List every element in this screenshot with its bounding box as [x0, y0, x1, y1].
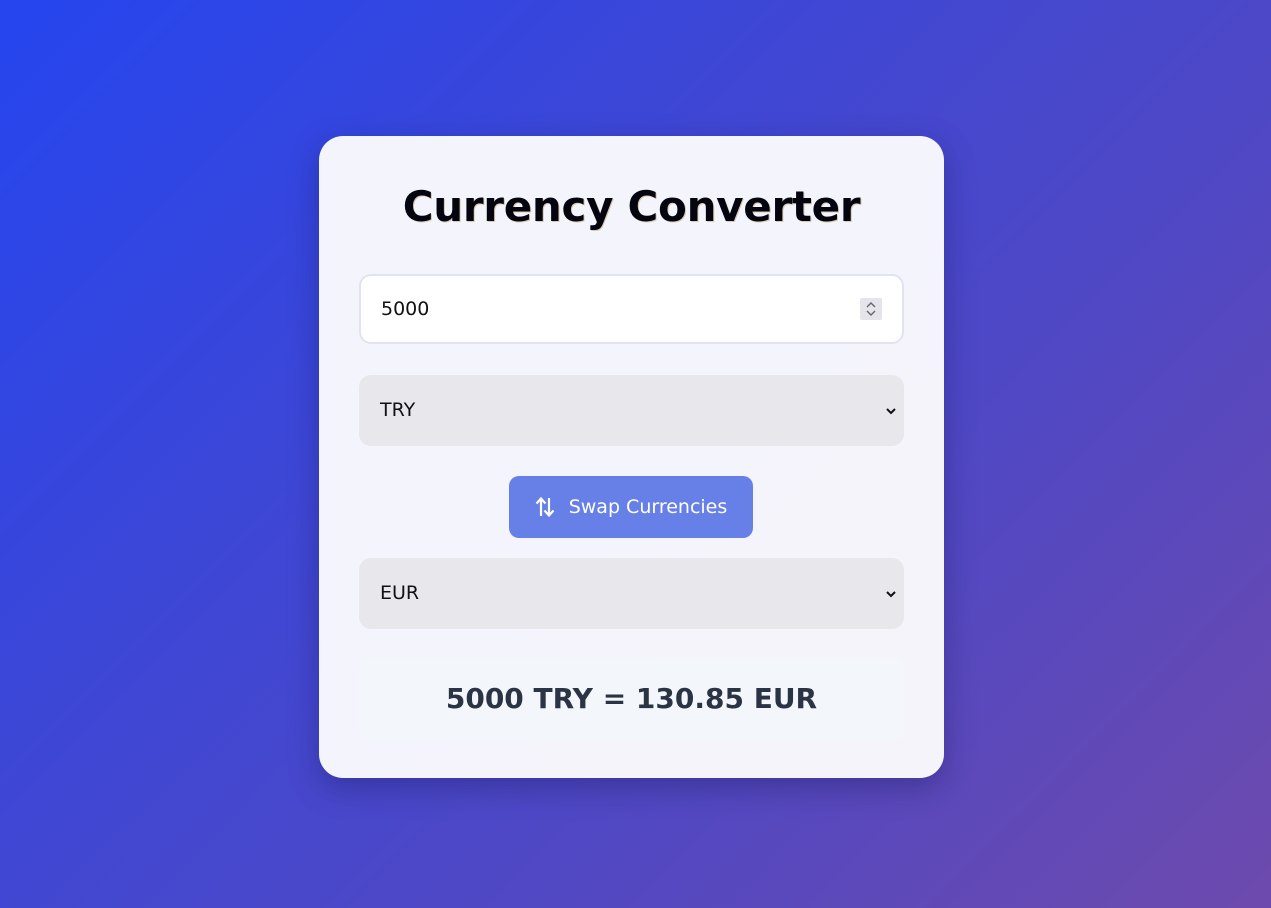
- spinner-arrows-icon: [866, 302, 876, 316]
- from-currency-value: TRY: [380, 399, 416, 421]
- to-currency-value: EUR: [380, 582, 420, 604]
- swap-vertical-arrows-icon: [535, 495, 555, 519]
- from-currency-select[interactable]: TRY: [359, 375, 904, 446]
- amount-field[interactable]: [359, 274, 904, 344]
- converter-card: Currency Converter TRY Swap Currencies: [319, 136, 944, 778]
- page-title: Currency Converter: [402, 182, 861, 231]
- swap-currencies-button[interactable]: Swap Currencies: [509, 476, 753, 538]
- swap-button-label: Swap Currencies: [568, 496, 728, 518]
- to-currency-select[interactable]: EUR: [359, 558, 904, 629]
- number-spinner[interactable]: [860, 298, 882, 320]
- conversion-result: 5000 TRY = 130.85 EUR: [359, 658, 904, 740]
- amount-input[interactable]: [381, 276, 841, 342]
- chevron-down-icon: [886, 591, 896, 598]
- chevron-down-icon: [886, 408, 896, 415]
